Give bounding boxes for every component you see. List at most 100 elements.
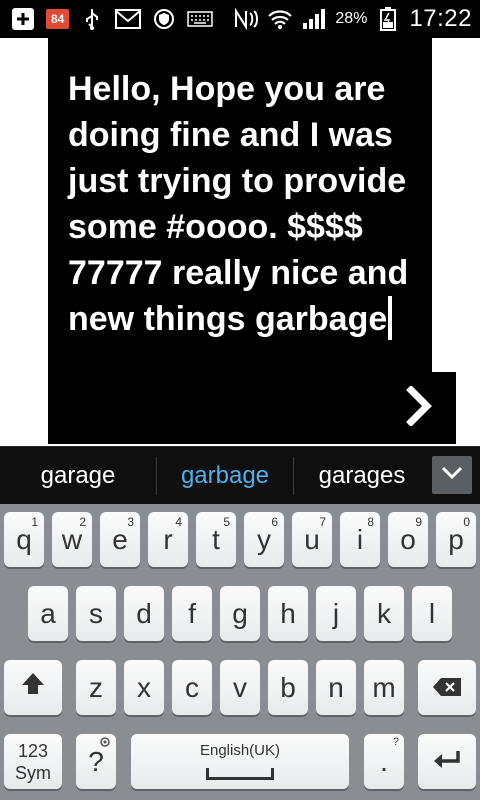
key-hint: 3 bbox=[127, 515, 134, 529]
key-hint: 8 bbox=[367, 515, 374, 529]
key-label: a bbox=[40, 597, 56, 629]
key-d[interactable]: d bbox=[124, 586, 164, 641]
key-label: g bbox=[232, 597, 248, 629]
key-label: q bbox=[16, 523, 32, 555]
language-label: English(UK) bbox=[199, 742, 281, 759]
chevron-down-icon bbox=[441, 466, 463, 485]
key-hint: 2 bbox=[79, 515, 86, 529]
usb-icon bbox=[79, 6, 105, 32]
key-u[interactable]: 7u bbox=[292, 512, 332, 567]
key-label: r bbox=[163, 523, 173, 555]
message-editor[interactable]: Hello, Hope you are doing fine and I was… bbox=[48, 38, 432, 444]
key-n[interactable]: n bbox=[316, 660, 356, 715]
shield-icon bbox=[151, 6, 177, 32]
status-bar: 84 28% 17:22 bbox=[0, 0, 480, 38]
message-text-container: Hello, Hope you are doing fine and I was… bbox=[68, 66, 418, 342]
key-label: y bbox=[257, 523, 271, 555]
key-label: o bbox=[400, 523, 416, 555]
add-icon bbox=[10, 6, 36, 32]
key-c[interactable]: c bbox=[172, 660, 212, 715]
symbols-label: 123 Sym bbox=[15, 740, 51, 784]
space-key[interactable]: English(UK) bbox=[131, 734, 349, 789]
symbols-label-top: 123 bbox=[17, 740, 49, 761]
key-x[interactable]: x bbox=[124, 660, 164, 715]
notification-badge: 84 bbox=[46, 9, 70, 29]
backspace-key[interactable] bbox=[418, 660, 476, 715]
question-key[interactable]: ? bbox=[76, 734, 116, 789]
key-v[interactable]: v bbox=[220, 660, 260, 715]
suggestion-bar: garage garbage garages bbox=[0, 446, 480, 505]
battery-icon bbox=[375, 6, 401, 32]
key-i[interactable]: 8i bbox=[340, 512, 380, 567]
key-s[interactable]: s bbox=[76, 586, 116, 641]
message-text: Hello, Hope you are doing fine and I was… bbox=[68, 70, 409, 338]
key-j[interactable]: j bbox=[316, 586, 356, 641]
key-f[interactable]: f bbox=[172, 586, 212, 641]
key-r[interactable]: 4r bbox=[148, 512, 188, 567]
chevron-right-icon bbox=[403, 384, 437, 431]
suggestion-item-selected[interactable]: garbage bbox=[157, 447, 293, 505]
text-cursor bbox=[388, 296, 393, 340]
key-hint: 4 bbox=[175, 515, 182, 529]
key-k[interactable]: k bbox=[364, 586, 404, 641]
key-l[interactable]: l bbox=[412, 586, 452, 641]
key-label: e bbox=[112, 523, 128, 555]
key-g[interactable]: g bbox=[220, 586, 260, 641]
wifi-icon bbox=[267, 6, 293, 32]
key-label: u bbox=[304, 523, 320, 555]
key-a[interactable]: a bbox=[28, 586, 68, 641]
shift-key[interactable] bbox=[4, 660, 62, 715]
key-y[interactable]: 6y bbox=[244, 512, 284, 567]
enter-key[interactable] bbox=[418, 734, 476, 789]
period-key[interactable]: ? . bbox=[364, 734, 404, 789]
space-bar-icon bbox=[206, 768, 274, 780]
key-o[interactable]: 9o bbox=[388, 512, 428, 567]
nfc-icon bbox=[233, 6, 259, 32]
key-m[interactable]: m bbox=[364, 660, 404, 715]
key-label: f bbox=[188, 597, 196, 629]
key-hint: 7 bbox=[319, 515, 326, 529]
suggestion-item[interactable]: garages bbox=[294, 447, 430, 505]
enter-icon bbox=[432, 746, 462, 778]
key-label: x bbox=[137, 671, 151, 703]
key-h[interactable]: h bbox=[268, 586, 308, 641]
key-label: k bbox=[377, 597, 391, 629]
key-w[interactable]: 2w bbox=[52, 512, 92, 567]
gmail-icon bbox=[115, 6, 142, 32]
signal-icon bbox=[301, 6, 327, 32]
battery-percent: 28% bbox=[335, 10, 368, 27]
key-e[interactable]: 3e bbox=[100, 512, 140, 567]
key-hint: 6 bbox=[271, 515, 278, 529]
send-button[interactable] bbox=[384, 372, 456, 444]
symbols-label-bottom: Sym bbox=[15, 762, 51, 783]
key-label: b bbox=[280, 671, 296, 703]
key-label: l bbox=[428, 597, 436, 629]
key-label: p bbox=[448, 523, 464, 555]
key-b[interactable]: b bbox=[268, 660, 308, 715]
key-hint: 5 bbox=[223, 515, 230, 529]
expand-suggestions-button[interactable] bbox=[432, 456, 472, 494]
key-label: s bbox=[89, 597, 103, 629]
suggestion-item[interactable]: garage bbox=[0, 447, 156, 505]
symbols-key[interactable]: 123 Sym bbox=[4, 734, 62, 789]
key-t[interactable]: 5t bbox=[196, 512, 236, 567]
key-hint: 9 bbox=[415, 515, 422, 529]
voice-hint-icon bbox=[99, 736, 111, 751]
key-label: z bbox=[89, 671, 103, 703]
key-label: m bbox=[372, 671, 396, 703]
key-label: j bbox=[332, 597, 340, 629]
backspace-icon bbox=[432, 672, 462, 704]
key-p[interactable]: 0p bbox=[436, 512, 476, 567]
key-label: h bbox=[280, 597, 296, 629]
key-label: i bbox=[356, 523, 364, 555]
key-label: n bbox=[328, 671, 344, 703]
clock: 17:22 bbox=[409, 5, 472, 32]
key-z[interactable]: z bbox=[76, 660, 116, 715]
key-hint: 0 bbox=[463, 515, 470, 529]
key-hint: ? bbox=[392, 736, 399, 748]
key-hint: 1 bbox=[31, 515, 38, 529]
key-label: c bbox=[185, 671, 199, 703]
key-label: v bbox=[233, 671, 247, 703]
key-label: d bbox=[136, 597, 152, 629]
key-q[interactable]: 1q bbox=[4, 512, 44, 567]
